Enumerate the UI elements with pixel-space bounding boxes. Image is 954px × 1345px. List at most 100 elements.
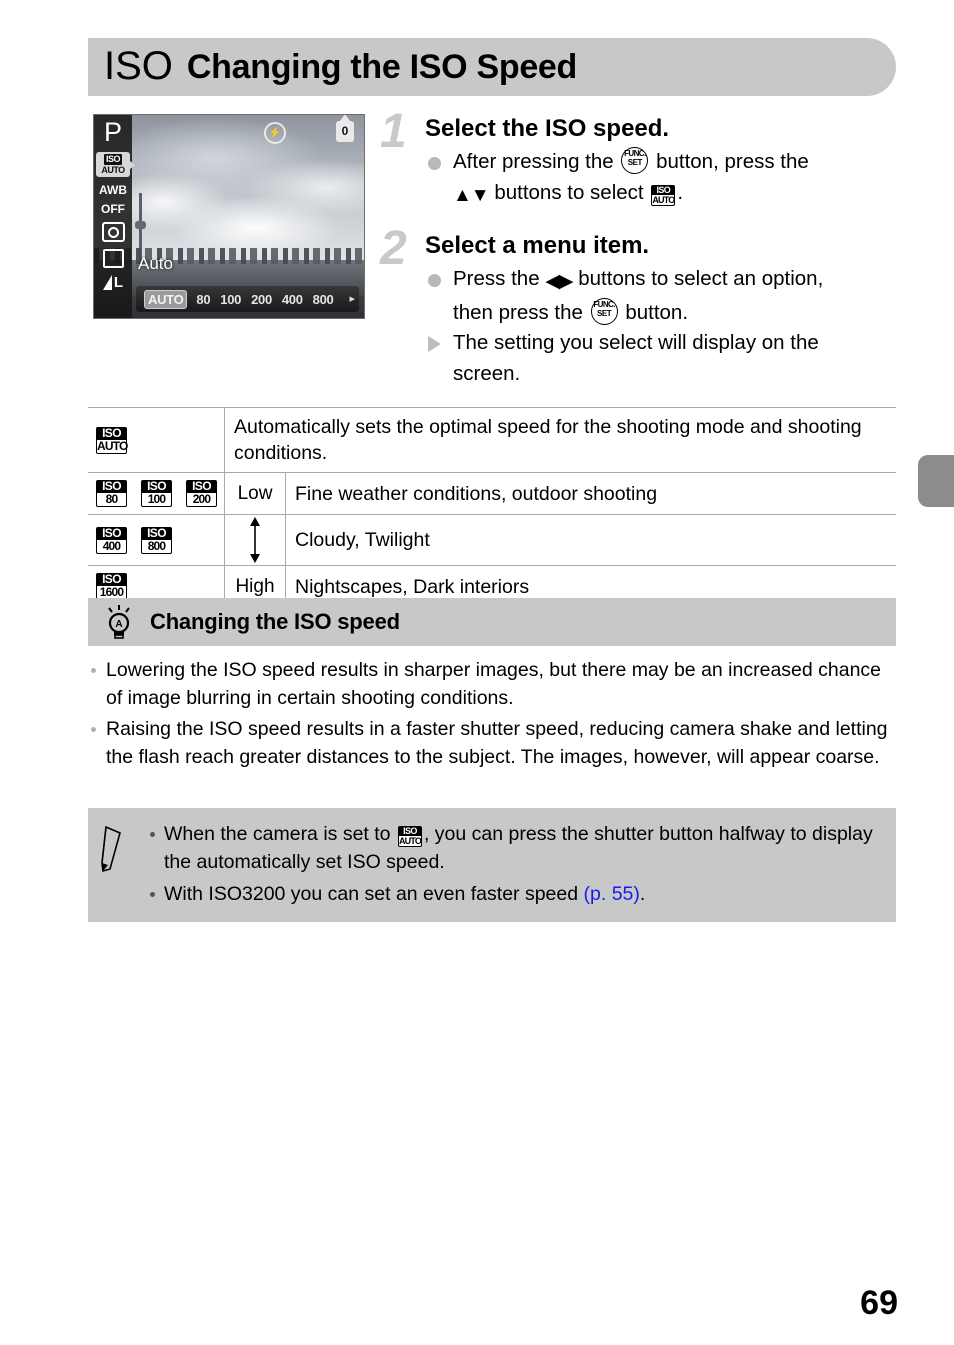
- metering-mode-icon[interactable]: [101, 222, 125, 242]
- iso-80-icon: ISO 80: [96, 480, 127, 507]
- step-1-text-b: button, press the: [656, 150, 809, 173]
- sky-background: [94, 115, 364, 260]
- iso-icon-top: ISO: [96, 526, 127, 540]
- step-2-text-d: button.: [625, 301, 689, 324]
- step-2-text-e: The setting you select will display on t…: [453, 331, 819, 354]
- iso-auto-icon: ISO AUTO: [397, 826, 422, 847]
- iso-400-icon: ISO 400: [96, 526, 127, 554]
- iso-icon-bottom: 200: [186, 493, 217, 507]
- iso-800-icon: ISO 800: [141, 526, 172, 554]
- note-text-d: .: [639, 883, 646, 905]
- note-item-list: When the camera is set to ISO AUTO , you…: [146, 820, 884, 908]
- step-1-text-c: buttons to select: [494, 181, 644, 204]
- step-2-bullet-1: Press the ◀▶ buttons to select an option…: [425, 264, 900, 297]
- quality-triangle-icon: [102, 275, 112, 290]
- page-reference-link[interactable]: (p. 55): [584, 883, 640, 905]
- iso-icons-cell: ISO 400 ISO 800: [88, 514, 225, 566]
- iso-option-100[interactable]: 100: [220, 293, 241, 306]
- func-set-button-icon: FUNC. SET: [590, 298, 618, 325]
- iso-description-cell: Cloudy, Twilight: [285, 514, 896, 566]
- note-item: With ISO3200 you can set an even faster …: [146, 880, 884, 908]
- iso-icon-top: ISO: [96, 426, 127, 440]
- iso-option-bar[interactable]: AUTO 80 100 200 400 800 ▸: [136, 286, 359, 312]
- iso-icons-cell: ISO 80 ISO 100 ISO 200: [88, 472, 225, 515]
- pencil-icon: [101, 825, 121, 873]
- step-2-body: Press the ◀▶ buttons to select an option…: [425, 264, 900, 389]
- step-1-heading: Select the ISO speed.: [425, 115, 670, 142]
- step-2-text-a: Press the: [453, 267, 540, 290]
- iso-option-800[interactable]: 800: [313, 293, 334, 306]
- svg-text:A: A: [115, 619, 122, 630]
- iso-200-icon: ISO 200: [186, 480, 217, 507]
- flash-mode-icon[interactable]: OFF: [101, 203, 125, 215]
- tip-item: Lowering the ISO speed results in sharpe…: [88, 656, 900, 712]
- quality-size-label: L: [113, 274, 124, 291]
- iso-auto-icon: ISO AUTO: [651, 185, 676, 206]
- iso-description-cell: Automatically sets the optimal speed for…: [224, 407, 896, 473]
- pencil-icon-wrap: [100, 820, 146, 908]
- iso-option-80[interactable]: 80: [196, 293, 210, 306]
- flash-off-icon: ⚡: [264, 122, 286, 144]
- table-row: ISO AUTO Automatically sets the optimal …: [88, 407, 896, 473]
- more-options-arrow-icon[interactable]: ▸: [349, 293, 355, 305]
- lightbulb-icon: A: [108, 605, 130, 639]
- step-1-bullet-1: After pressing the FUNC. SET button, pres…: [425, 147, 900, 177]
- iso-option-200[interactable]: 200: [251, 293, 272, 306]
- iso-icon-top: ISO: [141, 526, 172, 540]
- selected-option-label: Auto: [138, 254, 173, 273]
- page-title: Changing the ISO Speed: [186, 48, 578, 86]
- page-number: 69: [860, 1284, 898, 1322]
- iso-icon-group: ISO 80 ISO 100 ISO 200: [96, 480, 224, 507]
- iso-option-auto[interactable]: AUTO: [144, 289, 188, 309]
- tip-title: Changing the ISO speed: [150, 609, 400, 634]
- note-box: When the camera is set to ISO AUTO , you…: [88, 808, 896, 922]
- iso-level-low-label: Low: [224, 472, 286, 515]
- step-2-bullet-1-cont: then press the FUNC. SET button.: [425, 298, 900, 328]
- note-text-c: With ISO3200 you can set an even faster …: [164, 883, 579, 905]
- low-high-arrow-icon: [229, 517, 281, 563]
- step-2-bullet-2: The setting you select will display on t…: [425, 328, 900, 358]
- step-2: 2 Select a menu item. Press the ◀▶ butto…: [380, 222, 900, 389]
- iso-level-arrow-cell: [224, 514, 286, 566]
- iso-icon-group: ISO 1600: [96, 573, 224, 600]
- step-1-text-a: After pressing the: [453, 150, 614, 173]
- step-2-number: 2: [380, 222, 407, 275]
- note-item: When the camera is set to ISO AUTO , you…: [146, 820, 884, 876]
- step-1-bullet-1-cont: ▲▼ buttons to select ISO AUTO .: [425, 178, 900, 211]
- iso-auto-icon-top: ISO: [397, 826, 422, 836]
- iso-icon-bottom: AUTO: [96, 438, 128, 454]
- up-down-buttons-icon: ▲▼: [453, 185, 490, 206]
- step-2-bullet-2-cont: screen.: [453, 362, 521, 385]
- iso-auto-icon-bottom: AUTO: [397, 836, 422, 847]
- iso-icon-bottom: 400: [96, 539, 127, 554]
- iso-menu-item-selected[interactable]: ISO AUTO: [96, 152, 135, 177]
- selection-arrow-icon: [130, 161, 135, 169]
- image-quality-icon[interactable]: L: [102, 274, 124, 291]
- table-row: ISO 80 ISO 100 ISO 200 Low Fine weather …: [88, 472, 896, 515]
- iso-auto-icon-top: ISO: [651, 185, 676, 195]
- iso-icon-group: ISO AUTO: [96, 426, 224, 454]
- iso-option-400[interactable]: 400: [282, 293, 303, 306]
- tip-item: Raising the ISO speed results in a faste…: [88, 715, 900, 771]
- iso-100-icon: ISO 100: [141, 480, 172, 507]
- shooting-mode-icon: P: [103, 117, 122, 147]
- iso-label-top: ISO: [103, 154, 122, 165]
- table-row: ISO 400 ISO 800 Cloudy, Twilight: [88, 514, 896, 566]
- iso-auto-icon: ISO AUTO: [96, 426, 128, 454]
- func-set-button-icon: FUNC. SET: [621, 147, 649, 174]
- step-2-text-b: buttons to select an option,: [578, 267, 824, 290]
- iso-speed-table: ISO AUTO Automatically sets the optimal …: [88, 407, 896, 608]
- aspect-ratio-icon[interactable]: [102, 249, 124, 268]
- note-text-a: When the camera is set to: [164, 823, 391, 845]
- iso-description-cell: Fine weather conditions, outdoor shootin…: [285, 472, 896, 515]
- chapter-edge-tab: [918, 455, 954, 507]
- iso-1600-icon: ISO 1600: [96, 573, 127, 600]
- camera-function-menu-column: P ISO AUTO AWB OFF L: [94, 115, 135, 318]
- step-1-body: After pressing the FUNC. SET button, pres…: [425, 147, 900, 211]
- step-1-number: 1: [380, 105, 407, 158]
- iso-icon-bottom: 800: [141, 539, 172, 554]
- tip-section-header: A Changing the ISO speed: [88, 598, 896, 646]
- white-balance-icon[interactable]: AWB: [99, 184, 127, 196]
- step-2-heading: Select a menu item.: [425, 232, 650, 259]
- iso-header-icon: ISO: [104, 43, 173, 88]
